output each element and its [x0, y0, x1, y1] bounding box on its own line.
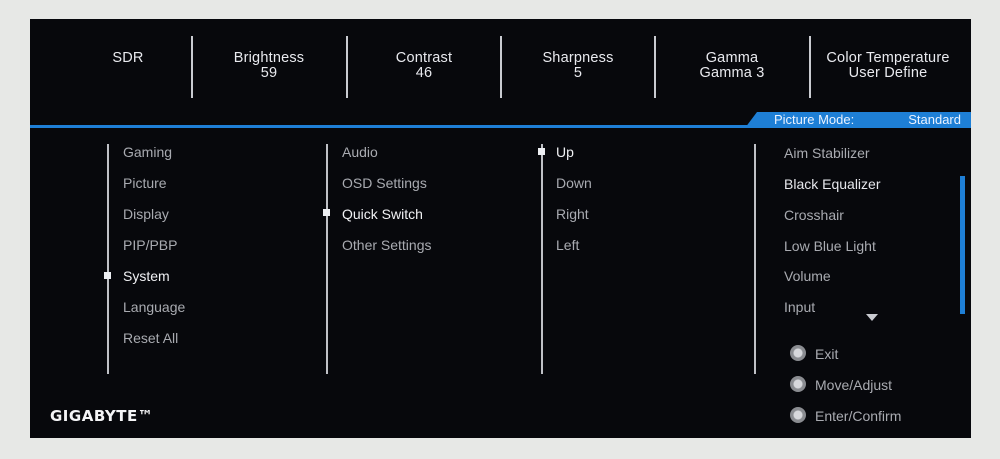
option-item-volume[interactable]: Volume [784, 268, 831, 284]
option-item-input[interactable]: Input [784, 299, 815, 315]
submenu-item-audio[interactable]: Audio [342, 144, 378, 160]
gigabyte-logo: GIGABYTE™ [50, 407, 154, 425]
stat-divider [500, 36, 502, 98]
option-item-aim-stabilizer[interactable]: Aim Stabilizer [784, 145, 870, 161]
stat-color-temperature-value: User Define [848, 65, 928, 81]
direction-item-up[interactable]: Up [556, 144, 574, 160]
menu-item-reset-all[interactable]: Reset All [123, 330, 178, 346]
menu-item-language[interactable]: Language [123, 299, 185, 315]
stat-brightness-label: Brightness [233, 50, 305, 66]
option-item-crosshair[interactable]: Crosshair [784, 207, 844, 223]
header-divider [30, 125, 971, 128]
stat-brightness-value: 59 [260, 65, 278, 81]
column-divider [754, 144, 756, 374]
submenu-item-other-settings[interactable]: Other Settings [342, 237, 432, 253]
column-divider [326, 144, 328, 374]
selection-marker [323, 209, 330, 216]
hint-exit: Exit [815, 346, 839, 362]
hint-enter-confirm: Enter/Confirm [815, 408, 902, 424]
stat-sdr-label: SDR [112, 50, 144, 66]
menu-item-gaming[interactable]: Gaming [123, 144, 172, 160]
stat-contrast-label: Contrast [395, 50, 453, 66]
stat-gamma: Gamma Gamma 3 [674, 19, 790, 124]
stat-sharpness-label: Sharpness [542, 50, 614, 66]
stat-contrast-value: 46 [415, 65, 433, 81]
menu-item-system[interactable]: System [123, 268, 170, 284]
stat-gamma-value: Gamma 3 [699, 65, 765, 81]
stat-contrast: Contrast 46 [365, 19, 483, 124]
submenu-item-quick-switch[interactable]: Quick Switch [342, 206, 423, 222]
option-item-low-blue-light[interactable]: Low Blue Light [784, 238, 876, 254]
stat-color-temperature-label: Color Temperature [826, 50, 950, 66]
menu-item-picture[interactable]: Picture [123, 175, 167, 191]
menu-item-display[interactable]: Display [123, 206, 169, 222]
selection-marker [538, 148, 545, 155]
direction-item-right[interactable]: Right [556, 206, 589, 222]
direction-item-left[interactable]: Left [556, 237, 579, 253]
scrollbar[interactable] [960, 176, 965, 314]
column-divider [541, 144, 543, 374]
submenu-item-osd-settings[interactable]: OSD Settings [342, 175, 427, 191]
stat-brightness: Brightness 59 [210, 19, 328, 124]
status-bar: SDR Brightness 59 Contrast 46 Sharpness … [30, 19, 971, 124]
stat-sharpness-value: 5 [573, 65, 583, 81]
joystick-icon [790, 345, 806, 361]
stat-divider [346, 36, 348, 98]
joystick-icon [790, 376, 806, 392]
stat-sharpness: Sharpness 5 [520, 19, 636, 124]
stat-color-temperature: Color Temperature User Define [820, 19, 956, 124]
option-item-black-equalizer[interactable]: Black Equalizer [784, 176, 881, 192]
column-divider [107, 144, 109, 374]
direction-item-down[interactable]: Down [556, 175, 592, 191]
stat-sdr: SDR [68, 19, 188, 124]
hint-move-adjust: Move/Adjust [815, 377, 893, 393]
stat-divider [654, 36, 656, 98]
scroll-down-icon[interactable] [866, 314, 878, 321]
stat-divider [191, 36, 193, 98]
menu-item-pip-pbp[interactable]: PIP/PBP [123, 237, 177, 253]
stat-gamma-label: Gamma [705, 50, 759, 66]
joystick-icon [790, 407, 806, 423]
selection-marker [104, 272, 111, 279]
stat-divider [809, 36, 811, 98]
osd-panel: SDR Brightness 59 Contrast 46 Sharpness … [30, 19, 971, 438]
